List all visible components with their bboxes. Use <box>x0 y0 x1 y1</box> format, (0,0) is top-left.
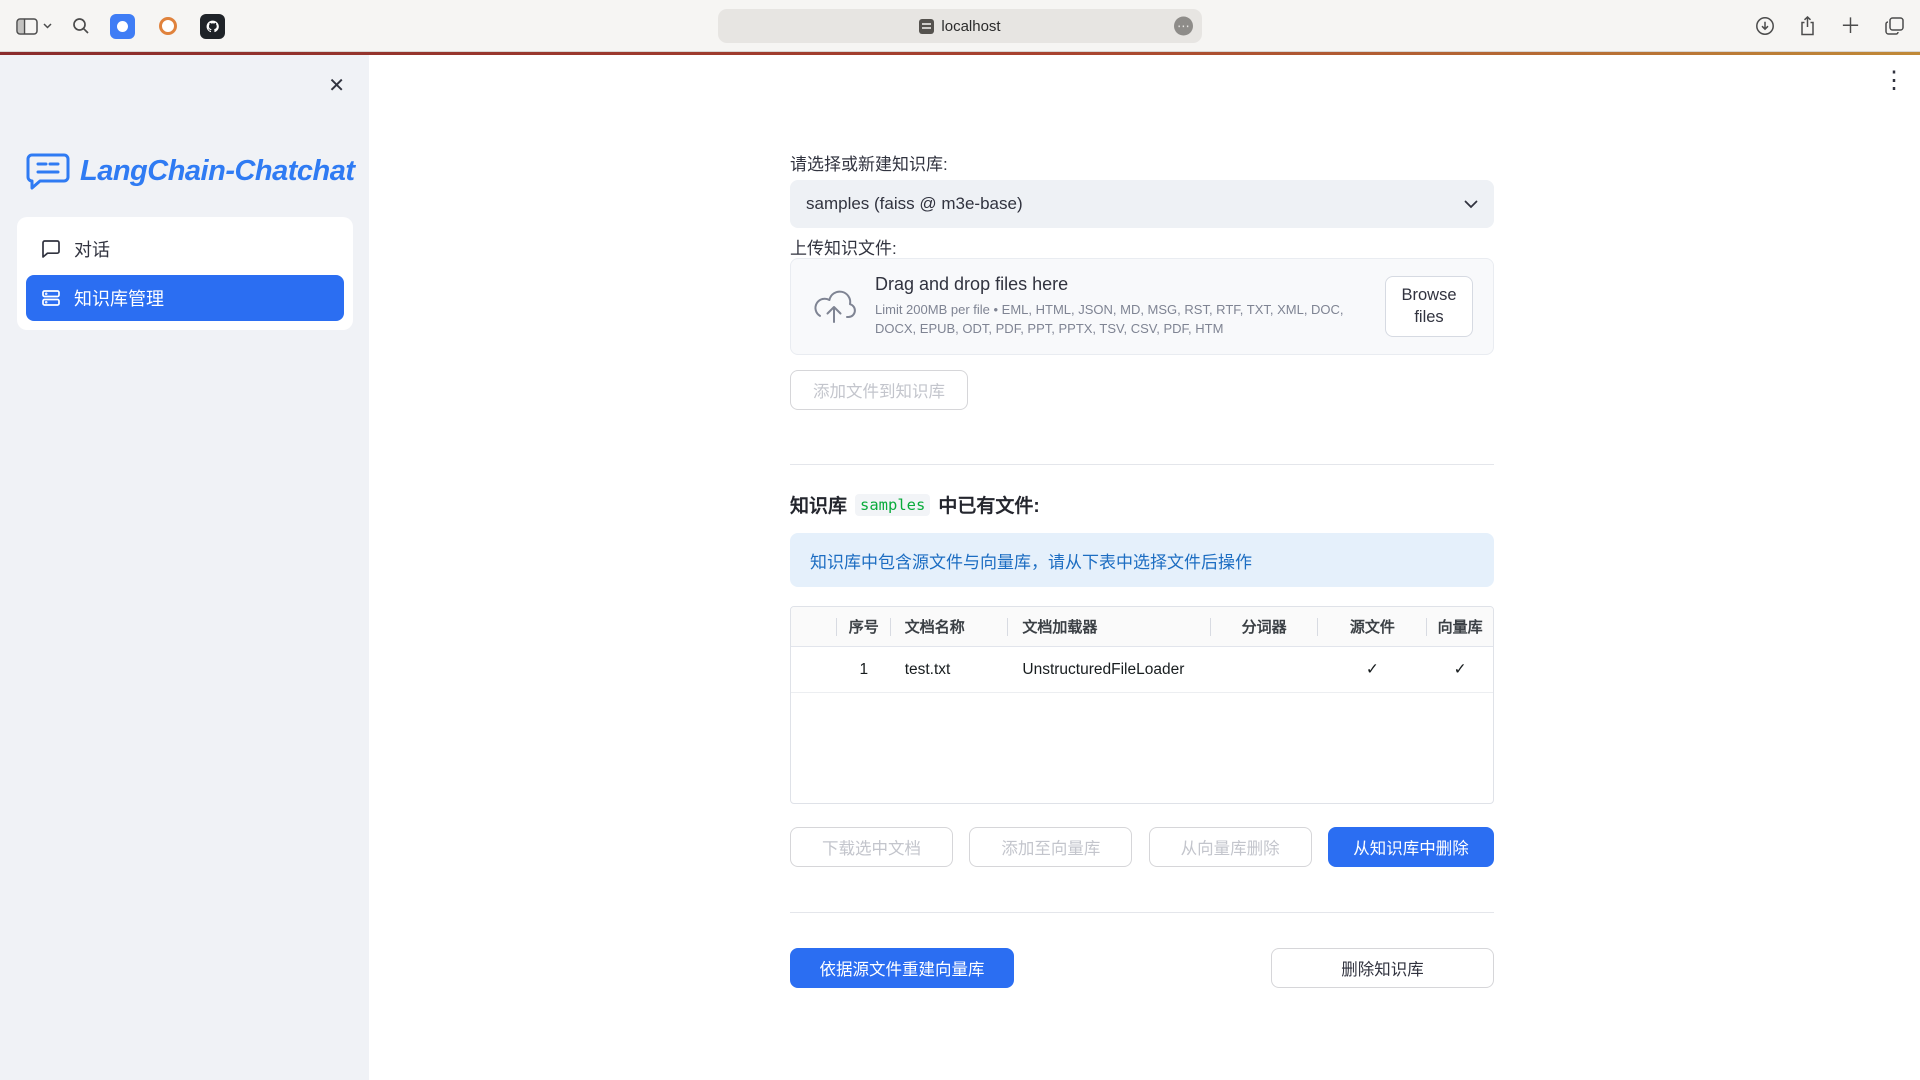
heading-prefix: 知识库 <box>790 491 847 518</box>
delete-from-kb-button[interactable]: 从知识库中删除 <box>1328 827 1494 867</box>
extension-orange-glyph <box>159 17 177 35</box>
cell-splitter <box>1211 647 1318 692</box>
app-menu-kebab-icon[interactable]: ⋮ <box>1882 69 1906 93</box>
info-message: 知识库中包含源文件与向量库，请从下表中选择文件后操作 <box>790 533 1494 587</box>
extension-orange-icon[interactable] <box>155 14 180 39</box>
new-tab-button[interactable]: ＋ <box>1840 16 1861 37</box>
plus-icon: ＋ <box>1840 16 1861 37</box>
sidebar-nav: 对话 知识库管理 <box>17 217 353 330</box>
dropzone-text: Drag and drop files here Limit 200MB per… <box>875 274 1385 339</box>
file-dropzone[interactable]: Drag and drop files here Limit 200MB per… <box>790 258 1494 355</box>
table-row[interactable]: 1 test.txt UnstructuredFileLoader ✓ ✓ <box>791 647 1493 693</box>
divider <box>790 912 1494 913</box>
search-icon <box>72 17 90 35</box>
app-page: ✕ LangChain-Chatchat 对话 <box>0 55 1920 1080</box>
kb-select-label: 请选择或新建知识库: <box>790 150 1494 172</box>
divider <box>790 464 1494 465</box>
dropzone-limit: Limit 200MB per file • EML, HTML, JSON, … <box>875 301 1367 339</box>
file-action-buttons: 下载选中文档 添加至向量库 从向量库删除 从知识库中删除 <box>790 827 1494 867</box>
table-header-row: 序号 文档名称 文档加载器 分词器 源文件 向量库 <box>791 607 1493 647</box>
sidebar-item-label: 知识库管理 <box>74 285 164 311</box>
add-files-to-kb-button[interactable]: 添加文件到知识库 <box>790 370 968 410</box>
column-header-source[interactable]: 源文件 <box>1318 607 1428 646</box>
column-header-splitter[interactable]: 分词器 <box>1211 607 1318 646</box>
site-favicon-icon <box>919 19 934 34</box>
cell-index: 1 <box>837 647 891 692</box>
rebuild-vector-store-button[interactable]: 依据源文件重建向量库 <box>790 948 1014 988</box>
browse-files-button[interactable]: Browse files <box>1385 276 1473 337</box>
sidebar-item-dialogue[interactable]: 对话 <box>26 226 344 272</box>
kb-selectbox-value: samples (faiss @ m3e-base) <box>806 194 1464 214</box>
delete-knowledge-base-button[interactable]: 删除知识库 <box>1271 948 1494 988</box>
share-icon <box>1799 16 1816 36</box>
column-header-vector[interactable]: 向量库 <box>1427 607 1493 646</box>
address-bar[interactable]: localhost ⋯ <box>718 9 1202 43</box>
column-header-index[interactable]: 序号 <box>837 607 891 646</box>
extension-blue-glyph <box>117 21 128 32</box>
github-octocat-icon <box>203 17 222 36</box>
add-to-vector-button[interactable]: 添加至向量库 <box>969 827 1132 867</box>
extension-blue-icon[interactable] <box>110 14 135 39</box>
tab-overview-button[interactable] <box>1885 17 1904 35</box>
delete-from-vector-button[interactable]: 从向量库删除 <box>1149 827 1312 867</box>
heading-suffix: 中已有文件: <box>938 491 1039 518</box>
logo-text: LangChain-Chatchat <box>80 155 355 188</box>
upload-label: 上传知识文件: <box>790 234 1494 256</box>
search-button[interactable] <box>72 17 90 35</box>
sidebar-item-knowledge-base[interactable]: 知识库管理 <box>26 275 344 321</box>
chat-bubble-icon <box>41 239 61 259</box>
share-button[interactable] <box>1799 16 1816 36</box>
cloud-upload-icon <box>811 289 857 325</box>
tabs-icon <box>1885 17 1904 35</box>
sidebar: ✕ LangChain-Chatchat 对话 <box>0 55 369 1080</box>
cell-vector-check: ✓ <box>1427 647 1493 692</box>
sidebar-panel-icon <box>16 18 38 35</box>
address-url: localhost <box>941 18 1000 35</box>
chevron-down-icon <box>43 23 52 29</box>
cell-source-check: ✓ <box>1318 647 1428 692</box>
download-selected-button[interactable]: 下载选中文档 <box>790 827 953 867</box>
download-icon <box>1755 16 1775 36</box>
app-logo: LangChain-Chatchat <box>26 151 355 191</box>
files-table: 序号 文档名称 文档加载器 分词器 源文件 向量库 1 test.txt Uns… <box>790 606 1494 804</box>
dropzone-title: Drag and drop files here <box>875 274 1367 295</box>
sidebar-item-label: 对话 <box>74 236 110 262</box>
cell-name: test.txt <box>891 647 1009 692</box>
knowledge-base-icon <box>41 288 61 308</box>
page-menu-icon[interactable]: ⋯ <box>1174 17 1193 36</box>
downloads-button[interactable] <box>1755 16 1775 36</box>
kb-selectbox[interactable]: samples (faiss @ m3e-base) <box>790 180 1494 228</box>
logo-chat-icon <box>26 151 70 191</box>
kb-files-heading: 知识库 samples 中已有文件: <box>790 491 1494 518</box>
kb-name-code: samples <box>855 494 930 516</box>
column-header-name[interactable]: 文档名称 <box>891 607 1009 646</box>
browser-toolbar: localhost ⋯ ＋ <box>0 0 1920 52</box>
cell-loader: UnstructuredFileLoader <box>1008 647 1210 692</box>
chevron-down-icon <box>1464 200 1478 209</box>
github-extension-icon[interactable] <box>200 14 225 39</box>
main-content: 请选择或新建知识库: samples (faiss @ m3e-base) 上传… <box>790 150 1494 988</box>
selection-column-header <box>791 607 837 646</box>
sidebar-close-button[interactable]: ✕ <box>328 73 345 98</box>
row-selection-cell[interactable] <box>791 647 837 692</box>
column-header-loader[interactable]: 文档加载器 <box>1008 607 1210 646</box>
sidebar-toggle-button[interactable] <box>16 18 52 35</box>
kb-footer-buttons: 依据源文件重建向量库 删除知识库 <box>790 948 1494 988</box>
